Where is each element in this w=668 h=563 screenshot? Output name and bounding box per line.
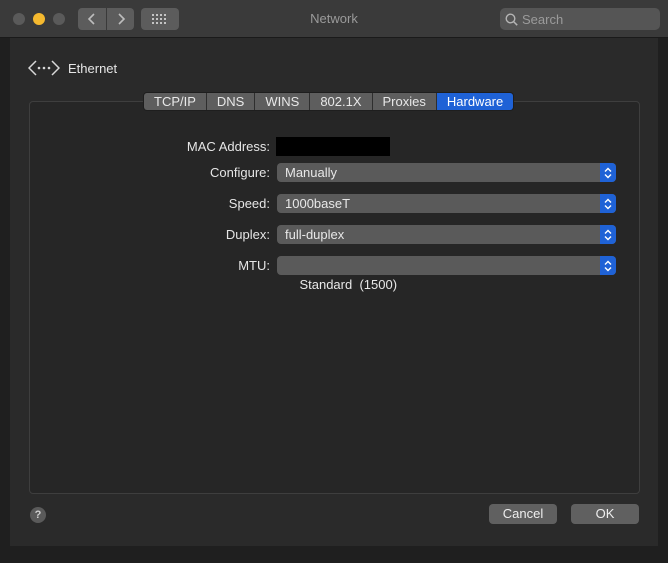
updown-arrows-icon	[600, 225, 616, 244]
mtu-label: MTU:	[238, 258, 270, 273]
tab-wins[interactable]: WINS	[255, 93, 311, 110]
tab-hardware[interactable]: Hardware	[436, 93, 514, 110]
tab-dns[interactable]: DNS	[206, 93, 256, 110]
settings-panel	[29, 101, 640, 494]
mtu-select[interactable]: Standard (1500)	[277, 256, 616, 292]
network-window: Network Ethernet TCP/IP DNS WINS 802.1X …	[0, 0, 668, 563]
updown-arrows-icon	[600, 256, 616, 275]
configure-value: Manually	[285, 165, 338, 180]
configure-label: Configure:	[210, 165, 270, 180]
search-icon	[505, 12, 518, 26]
search-field[interactable]	[500, 8, 660, 30]
duplex-value: full-duplex	[285, 227, 345, 242]
updown-arrows-icon	[600, 163, 616, 182]
tab-proxies[interactable]: Proxies	[372, 93, 437, 110]
configure-select[interactable]: Manually	[277, 163, 616, 182]
window-border-left	[0, 38, 10, 563]
updown-arrows-icon	[600, 194, 616, 213]
advanced-header: Ethernet	[28, 58, 117, 78]
interface-name: Ethernet	[68, 60, 118, 76]
cancel-button[interactable]: Cancel	[489, 504, 557, 524]
ethernet-icon	[28, 60, 60, 76]
tab-8021x[interactable]: 802.1X	[310, 93, 373, 110]
mac-address-label: MAC Address:	[186, 139, 270, 154]
ok-button[interactable]: OK	[571, 504, 639, 524]
speed-label: Speed:	[228, 196, 270, 211]
tab-tcpip[interactable]: TCP/IP	[144, 93, 207, 110]
mac-address-value	[276, 137, 390, 156]
duplex-label: Duplex:	[225, 227, 270, 242]
help-button[interactable]: ?	[30, 507, 46, 523]
duplex-select[interactable]: full-duplex	[277, 225, 616, 244]
tab-bar: TCP/IP DNS WINS 802.1X Proxies Hardware	[143, 92, 515, 111]
search-input[interactable]	[522, 11, 652, 27]
window-border-bottom	[0, 546, 668, 563]
title-bar: Network	[0, 0, 668, 38]
speed-select[interactable]: 1000baseT	[277, 194, 616, 213]
mtu-value: Standard (1500)	[299, 277, 398, 292]
window-border-right	[658, 38, 668, 563]
speed-value: 1000baseT	[285, 196, 351, 211]
